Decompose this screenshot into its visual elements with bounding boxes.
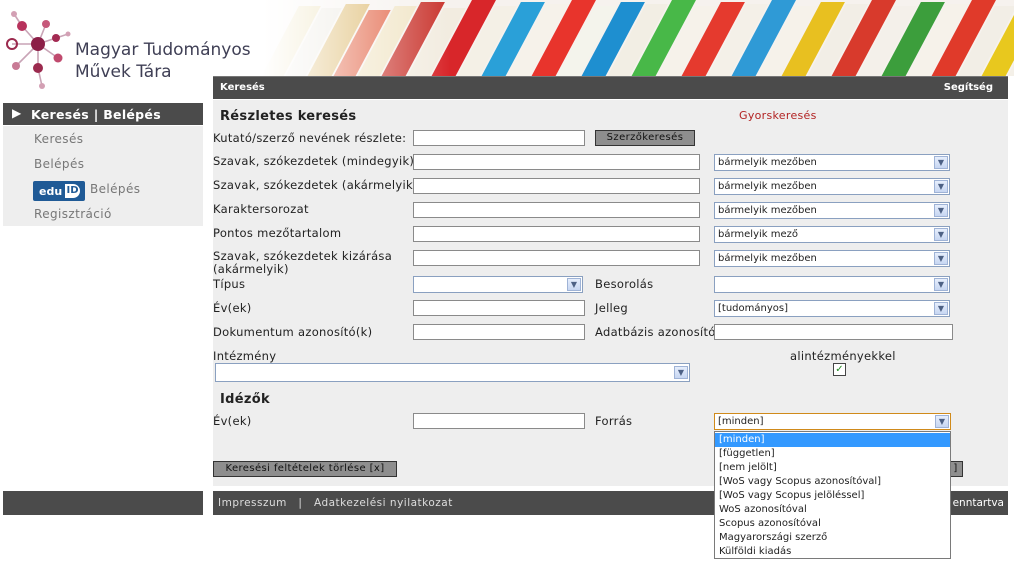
select-value: bármelyik mező: [718, 229, 799, 240]
source-select[interactable]: [minden] ▼: [714, 413, 951, 430]
type-select[interactable]: ▼: [413, 276, 583, 293]
chevron-down-icon: ▼: [567, 278, 581, 291]
type-label: Típus: [213, 277, 246, 291]
institution-label: Intézmény: [213, 349, 277, 363]
charseq-input[interactable]: [413, 202, 700, 218]
help-link[interactable]: Segítség: [944, 82, 993, 93]
chevron-down-icon: ▼: [934, 302, 948, 315]
exclude-field-select[interactable]: bármelyik mezőben ▼: [714, 250, 950, 267]
sidebar-menu: Keresés Belépés edu ID Belépés Regisztrá…: [3, 126, 203, 226]
impresszum-link[interactable]: Impresszum: [218, 497, 287, 509]
logo-title-line2: Művek Tára: [75, 62, 172, 82]
classification-select[interactable]: ▼: [714, 276, 950, 293]
character-label: Jelleg: [595, 301, 629, 315]
chevron-down-icon: ▼: [934, 204, 948, 217]
author-input[interactable]: [413, 130, 585, 146]
subinst-checkbox[interactable]: ✓: [833, 363, 846, 376]
books-banner-image: [262, 0, 1014, 76]
top-navbar: Keresés Segítség: [213, 76, 1008, 99]
source-option[interactable]: [nem jelölt]: [715, 461, 950, 475]
words-all-input[interactable]: [413, 154, 700, 170]
select-value: bármelyik mezőben: [718, 253, 817, 264]
eduid-text: edu: [39, 185, 63, 198]
checkmark-icon: ✓: [835, 364, 844, 375]
author-search-button[interactable]: Szerzőkeresés: [595, 130, 695, 146]
years-label: Év(ek): [213, 301, 252, 315]
chevron-down-icon: ▼: [934, 228, 948, 241]
source-option[interactable]: [minden]: [715, 433, 950, 447]
citations-title: Idézők: [220, 392, 270, 407]
privacy-link[interactable]: Adatkezelési nyilatkozat: [314, 497, 453, 509]
sidebar-item-eduid-login[interactable]: Belépés: [90, 182, 140, 196]
chevron-down-icon: ▼: [934, 252, 948, 265]
source-option[interactable]: Magyarországi szerző: [715, 531, 950, 545]
select-value: [tudományos]: [718, 303, 788, 314]
search-form-panel: Részletes keresés Gyorskeresés Kutató/sz…: [213, 100, 1008, 486]
chevron-down-icon: ▼: [935, 415, 949, 428]
chevron-down-icon: ▼: [674, 366, 688, 379]
form-title: Részletes keresés: [220, 109, 357, 124]
eduid-logo[interactable]: edu ID: [33, 181, 85, 201]
dbid-label: Adatbázis azonosító:: [595, 325, 720, 339]
select-value: [minden]: [718, 416, 764, 427]
source-option[interactable]: [független]: [715, 447, 950, 461]
subinst-label: alintézményekkel: [790, 349, 896, 363]
sidebar-title: Keresés | Belépés: [31, 107, 161, 122]
select-value: bármelyik mezőben: [718, 205, 817, 216]
author-label: Kutató/szerző nevének részlete:: [213, 131, 407, 145]
words-all-field-select[interactable]: bármelyik mezőben ▼: [714, 154, 950, 171]
sidebar-item-login[interactable]: Belépés: [34, 157, 84, 171]
exclude-input[interactable]: [413, 250, 700, 266]
source-label: Forrás: [595, 414, 633, 428]
logo-icon: [6, 11, 71, 89]
charseq-field-select[interactable]: bármelyik mezőben ▼: [714, 202, 950, 219]
select-value: bármelyik mezőben: [718, 181, 817, 192]
exact-label: Pontos mezőtartalom: [213, 226, 342, 240]
source-option[interactable]: [WoS vagy Scopus azonosítóval]: [715, 475, 950, 489]
years-input[interactable]: [413, 300, 585, 316]
sidebar-header[interactable]: ▶ Keresés | Belépés: [3, 103, 203, 125]
topbar-search-title: Keresés: [220, 82, 265, 93]
cit-years-label: Év(ek): [213, 414, 252, 428]
chevron-down-icon: ▼: [934, 180, 948, 193]
footer-separator: |: [298, 497, 303, 509]
words-any-field-select[interactable]: bármelyik mezőben ▼: [714, 178, 950, 195]
institution-select[interactable]: ▼: [215, 363, 690, 382]
exact-input[interactable]: [413, 226, 700, 242]
expand-triangle-icon: ▶: [12, 106, 22, 120]
select-value: bármelyik mezőben: [718, 157, 817, 168]
cit-years-input[interactable]: [413, 413, 585, 429]
exact-field-select[interactable]: bármelyik mező ▼: [714, 226, 950, 243]
source-option[interactable]: WoS azonosítóval: [715, 503, 950, 517]
sidebar-item-search[interactable]: Keresés: [34, 132, 83, 146]
charseq-label: Karaktersorozat: [213, 202, 309, 216]
words-any-label: Szavak, szókezdetek (akármelyik): [213, 178, 418, 192]
chevron-down-icon: ▼: [934, 278, 948, 291]
words-any-input[interactable]: [413, 178, 700, 194]
footer-links: Impresszum | Adatkezelési nyilatkozat: [218, 497, 453, 509]
source-dropdown-list: [minden] [független] [nem jelölt] [WoS v…: [714, 431, 951, 559]
quick-search-link[interactable]: Gyorskeresés: [739, 109, 817, 122]
sidebar-item-register[interactable]: Regisztráció: [34, 207, 112, 221]
clear-criteria-button[interactable]: Keresési feltételek törlése [x]: [213, 461, 397, 477]
footer-left-bar: [3, 491, 203, 515]
chevron-down-icon: ▼: [934, 156, 948, 169]
exclude-label: Szavak, szókezdetek kizárása (akármelyik…: [213, 249, 393, 276]
words-all-label: Szavak, szókezdetek (mindegyik): [213, 154, 415, 168]
docid-input[interactable]: [413, 324, 585, 340]
source-option[interactable]: [WoS vagy Scopus jelöléssel]: [715, 489, 950, 503]
logo-title-line1: Magyar Tudományos: [75, 40, 251, 60]
dbid-input[interactable]: [714, 324, 953, 340]
docid-label: Dokumentum azonosító(k): [213, 325, 373, 339]
source-option[interactable]: Külföldi kiadás: [715, 545, 950, 559]
eduid-id-text: ID: [65, 184, 80, 198]
source-option[interactable]: Scopus azonosítóval: [715, 517, 950, 531]
footer-rights-text: enntartva: [952, 497, 1004, 509]
classification-label: Besorolás: [595, 277, 654, 291]
character-select[interactable]: [tudományos] ▼: [714, 300, 950, 317]
